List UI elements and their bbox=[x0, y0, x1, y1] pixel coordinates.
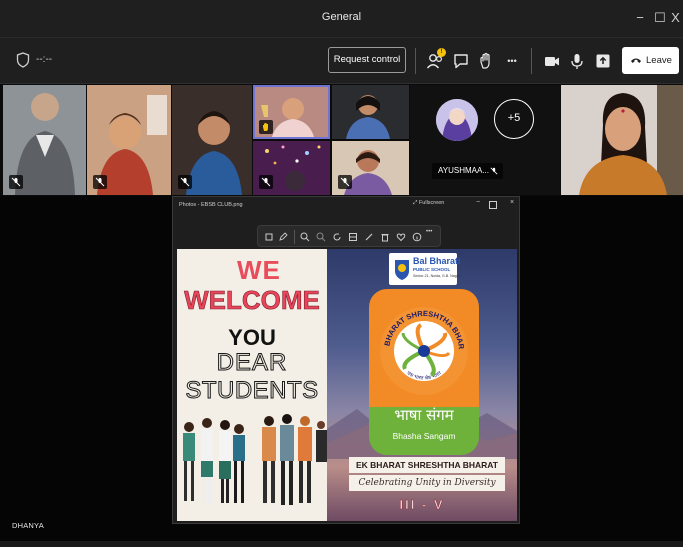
school-name: Bal Bharati bbox=[413, 256, 461, 266]
viewer-more-button[interactable]: ••• bbox=[426, 229, 436, 239]
poster-you-text: YOU bbox=[228, 325, 276, 350]
anime-avatar-icon bbox=[436, 99, 478, 141]
info-icon[interactable] bbox=[412, 232, 422, 242]
participant-video-tile[interactable] bbox=[87, 85, 171, 195]
photo-edit-toolbar: ••• bbox=[257, 225, 441, 247]
school-address: Sector-21, Noida, G.B. Nagar bbox=[413, 274, 460, 278]
participant-video-tile[interactable] bbox=[561, 85, 683, 195]
ebsb-title-banner: EK BHARAT SHRESHTHA BHARAT bbox=[349, 457, 505, 473]
participant-video-tile-active-speaker[interactable] bbox=[253, 85, 330, 139]
meeting-timer: --:-- bbox=[36, 54, 53, 65]
raise-hand-icon[interactable] bbox=[476, 51, 496, 71]
markup-icon[interactable] bbox=[364, 232, 374, 242]
school-subtitle: PUBLIC SCHOOL bbox=[413, 267, 451, 272]
crop-icon[interactable] bbox=[264, 232, 274, 242]
poster-welcome-panel: WE WELCOME YOU DEAR STUDENTS bbox=[177, 249, 327, 521]
participant-gallery: AYUSHMAA... +5 bbox=[0, 85, 683, 195]
school-crest-icon bbox=[395, 260, 409, 280]
mic-muted-indicator bbox=[93, 175, 107, 189]
mic-off-icon bbox=[490, 167, 498, 175]
more-options-button[interactable]: ••• bbox=[502, 51, 522, 71]
unity-tagline-banner: Celebrating Unity in Diversity bbox=[349, 475, 505, 491]
poster-ebsb-panel: Bal Bharati PUBLIC SCHOOL Sector-21, Noi… bbox=[327, 249, 517, 521]
request-control-button[interactable]: Request control bbox=[328, 47, 406, 73]
students-illustration-icon bbox=[183, 414, 327, 505]
chat-icon[interactable] bbox=[451, 51, 471, 71]
favorite-icon[interactable] bbox=[396, 232, 406, 242]
minimize-button[interactable]: − bbox=[630, 8, 650, 28]
zoom-in-icon[interactable] bbox=[300, 232, 310, 242]
fullscreen-button[interactable]: ⤢ Fullscreen bbox=[413, 200, 444, 207]
adjust-icon[interactable] bbox=[348, 232, 358, 242]
viewer-close-button[interactable]: × bbox=[507, 199, 517, 209]
participant-video-icon bbox=[332, 85, 409, 139]
fullscreen-label: Fullscreen bbox=[418, 200, 445, 206]
grades-label: III - V bbox=[399, 497, 445, 513]
teams-meeting-window: General − ☐ X --:-- Request control ! ••… bbox=[0, 0, 683, 547]
close-button[interactable]: X bbox=[668, 8, 683, 28]
mic-muted-indicator bbox=[9, 175, 23, 189]
toolbar-divider bbox=[294, 230, 295, 244]
school-logo: Bal Bharati PUBLIC SCHOOL Sector-21, Noi… bbox=[389, 253, 461, 285]
participant-video-tile[interactable] bbox=[332, 141, 409, 195]
poster-welcome-text: WELCOME bbox=[184, 285, 320, 316]
hand-raised-icon bbox=[263, 123, 268, 131]
delete-icon[interactable] bbox=[380, 232, 390, 242]
ebsb-welcome-poster: WE WELCOME YOU DEAR STUDENTS Bal Bharati… bbox=[177, 249, 517, 521]
title-bar: General − ☐ X bbox=[0, 0, 683, 38]
poster-we-text: WE bbox=[237, 255, 281, 285]
phone-hangup-icon bbox=[631, 58, 641, 63]
participant-video-icon bbox=[561, 85, 683, 195]
mic-muted-indicator bbox=[178, 175, 192, 189]
participant-video-tile[interactable] bbox=[332, 85, 409, 139]
mic-off-icon bbox=[261, 177, 271, 187]
poster-students-text: STUDENTS bbox=[185, 377, 319, 405]
mic-muted-indicator bbox=[259, 175, 273, 189]
shield-icon bbox=[16, 52, 30, 68]
bhasha-sangam-hindi: भाषा संगम bbox=[394, 406, 454, 424]
presenter-name-label: DHANYA bbox=[12, 521, 44, 530]
avatar bbox=[436, 99, 478, 141]
viewer-maximize-button[interactable] bbox=[489, 201, 497, 209]
zoom-out-icon[interactable] bbox=[316, 232, 326, 242]
mic-off-icon bbox=[11, 177, 21, 187]
mic-muted-indicator bbox=[338, 175, 352, 189]
microphone-icon[interactable] bbox=[567, 51, 587, 71]
meeting-toolbar: --:-- Request control ! ••• Leave bbox=[0, 38, 683, 84]
more-participants-button[interactable]: +5 bbox=[494, 99, 534, 139]
leave-button[interactable]: Leave bbox=[622, 47, 679, 74]
mic-active-indicator bbox=[259, 120, 273, 134]
edit-icon[interactable] bbox=[278, 232, 288, 242]
window-bottom-edge bbox=[0, 541, 683, 547]
share-screen-icon[interactable] bbox=[593, 51, 613, 71]
rotate-icon[interactable] bbox=[332, 232, 342, 242]
participant-avatar-tile[interactable]: AYUSHMAA... +5 bbox=[410, 85, 560, 195]
leave-label: Leave bbox=[646, 55, 672, 66]
mic-off-icon bbox=[95, 177, 105, 187]
viewer-title: Photos - EBSB CLUB.png bbox=[179, 202, 243, 208]
ebsb-ring-logo-icon: EK BHARAT SHRESHTHA BHARAT एक भारत श्रेष… bbox=[369, 289, 468, 395]
participant-video-tile[interactable] bbox=[172, 85, 252, 195]
photo-viewer-window: Photos - EBSB CLUB.png ⤢ Fullscreen − × … bbox=[172, 196, 520, 524]
bhasha-sangam-emblem: EK BHARAT SHRESHTHA BHARAT एक भारत श्रेष… bbox=[369, 289, 479, 455]
viewer-minimize-button[interactable]: − bbox=[473, 199, 483, 209]
mic-off-icon bbox=[180, 177, 190, 187]
bhasha-sangam-english: Bhasha Sangam bbox=[392, 431, 456, 441]
poster-dear-text: DEAR bbox=[216, 349, 288, 377]
camera-icon[interactable] bbox=[542, 51, 562, 71]
toolbar-divider bbox=[415, 48, 416, 74]
participants-badge: ! bbox=[437, 48, 446, 57]
participant-video-tile[interactable] bbox=[3, 85, 86, 195]
shared-content-stage: Photos - EBSB CLUB.png ⤢ Fullscreen − × … bbox=[0, 196, 683, 541]
participant-video-tile[interactable] bbox=[253, 141, 330, 195]
maximize-button[interactable]: ☐ bbox=[650, 8, 670, 28]
toolbar-divider bbox=[531, 48, 532, 74]
window-title: General bbox=[321, 11, 362, 23]
mic-off-icon bbox=[340, 177, 350, 187]
